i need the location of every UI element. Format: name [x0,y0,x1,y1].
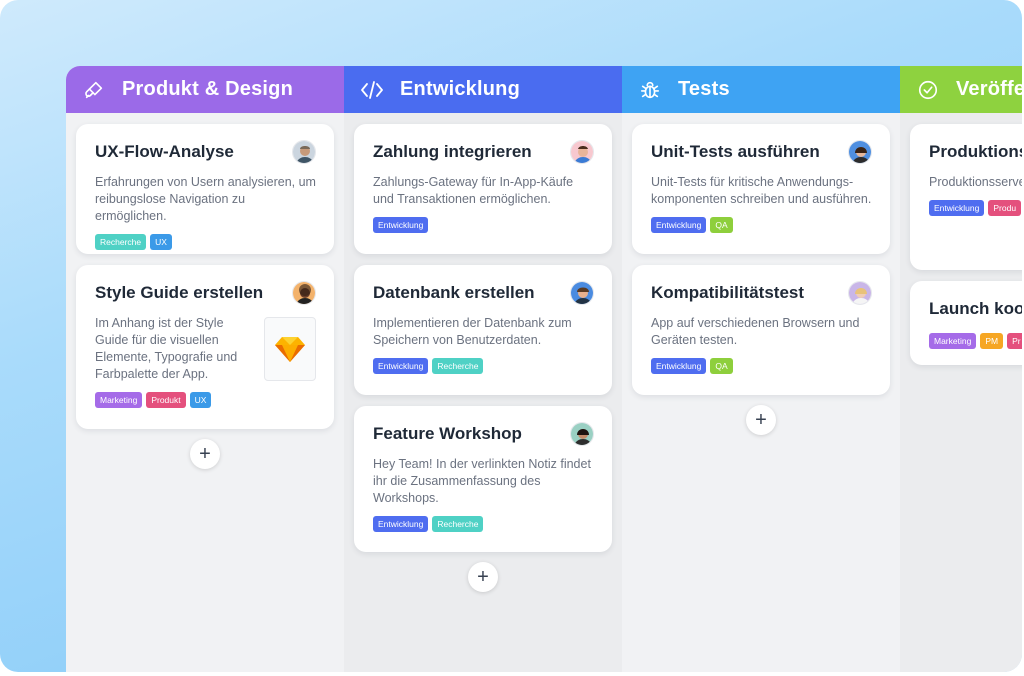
column-title: Tests [678,78,730,100]
tag-list: Entwicklung Recherche [373,516,594,532]
avatar[interactable] [292,140,316,164]
tag-list: Recherche UX [95,234,316,250]
card-title: Style Guide erstellen [95,283,264,302]
task-card[interactable]: Feature Workshop Hey Team! In der verlin… [354,406,612,552]
card-title: Unit-Tests ausführen [651,142,820,161]
add-card-button[interactable]: + [746,405,776,435]
task-card[interactable]: Launch koor Marketing PM Pr [910,281,1022,365]
avatar[interactable] [848,281,872,305]
card-description: Zahlungs-Gateway für In-App-Käufe und Tr… [373,175,574,206]
tag[interactable]: Entwicklung [373,358,429,374]
code-icon [360,78,384,102]
card-title: Zahlung integrieren [373,142,532,161]
avatar[interactable] [848,140,872,164]
card-title: Launch koor [929,299,1022,318]
column-veroeffentlichung: Veröffe Produktions aufsetzen Produktion… [900,66,1022,672]
check-circle-icon [916,78,940,102]
task-card[interactable]: Unit-Tests ausführen Unit-Tests für krit… [632,124,890,254]
tag-list: Entwicklung Produ [929,200,1022,216]
tag[interactable]: Recherche [432,516,484,532]
tag-list: Entwicklung QA [651,358,872,374]
tag-list: Entwicklung QA [651,217,872,233]
avatar[interactable] [570,140,594,164]
card-description: App auf verschiedenen Browsern und Gerät… [651,316,860,347]
tag[interactable]: PM [980,333,1004,349]
card-title: Produktions aufsetzen [929,142,1022,161]
column-title: Veröffe [956,78,1022,100]
add-card-button[interactable]: + [468,562,498,592]
card-title: Feature Workshop [373,424,522,443]
column-title: Entwicklung [400,78,520,100]
tag[interactable]: UX [150,234,172,250]
column-header[interactable]: Veröffe [900,66,1022,113]
task-card[interactable]: Kompatibilitätstest App auf verschiedene… [632,265,890,395]
tag[interactable]: QA [710,217,733,233]
avatar[interactable] [292,281,316,305]
column-produkt-design: Produkt & Design UX-Flow-Analyse Erfahru… [66,66,344,672]
tag[interactable]: Marketing [929,333,977,349]
tag[interactable]: QA [710,358,733,374]
kanban-board: Produkt & Design UX-Flow-Analyse Erfahru… [66,66,1022,672]
column-tests: Tests Unit-Tests ausführen Unit-Tests fü… [622,66,900,672]
card-title: Datenbank erstellen [373,283,535,302]
task-card[interactable]: UX-Flow-Analyse Erfahrungen von Usern an… [76,124,334,254]
card-description: Hey Team! In der verlinkten Notiz findet… [373,457,591,505]
tag-list: Marketing Produkt UX [95,392,316,408]
card-title: UX-Flow-Analyse [95,142,234,161]
tag[interactable]: Entwicklung [929,200,985,216]
task-card[interactable]: Zahlung integrieren Zahlungs-Gateway für… [354,124,612,254]
tag[interactable]: Entwicklung [651,217,707,233]
task-card[interactable]: Produktions aufsetzen Produktionsserve A… [910,124,1022,270]
tag[interactable]: Recherche [432,358,484,374]
column-title: Produkt & Design [122,78,293,100]
avatar[interactable] [570,281,594,305]
tag[interactable]: Entwicklung [373,217,429,233]
column-entwicklung: Entwicklung Zahlung integrieren Zahlungs… [344,66,622,672]
card-title: Kompatibilitätstest [651,283,805,302]
avatar[interactable] [570,422,594,446]
add-card-button[interactable]: + [190,439,220,469]
task-card[interactable]: Style Guide erstellen Im Anhang ist der … [76,265,334,429]
tag[interactable]: Produ [988,200,1022,216]
column-header[interactable]: Produkt & Design [66,66,344,113]
tag[interactable]: Pr [1007,333,1022,349]
card-description: Erfahrungen von Usern analysieren, um re… [95,175,316,223]
bug-icon [638,78,662,102]
tag-list: Marketing PM Pr [929,333,1022,349]
tag[interactable]: Recherche [95,234,147,250]
tag-list: Entwicklung [373,217,594,233]
column-header[interactable]: Tests [622,66,900,113]
card-description: Unit-Tests für kritische Anwendungs-komp… [651,175,872,206]
tag[interactable]: Marketing [95,392,143,408]
tag[interactable]: Entwicklung [651,358,707,374]
app-frame: Produkt & Design UX-Flow-Analyse Erfahru… [0,0,1022,672]
tag[interactable]: UX [189,392,212,408]
tag[interactable]: Produkt [146,392,186,408]
task-card[interactable]: Datenbank erstellen Implementieren der D… [354,265,612,395]
pen-brush-icon [82,78,106,102]
tag[interactable]: Entwicklung [373,516,429,532]
card-description: Produktionsserve Anwendung konf [929,175,1022,189]
sketch-file-icon[interactable] [264,317,316,381]
tag-list: Entwicklung Recherche [373,358,594,374]
column-header[interactable]: Entwicklung [344,66,622,113]
card-description: Implementieren der Datenbank zum Speiche… [373,316,572,347]
